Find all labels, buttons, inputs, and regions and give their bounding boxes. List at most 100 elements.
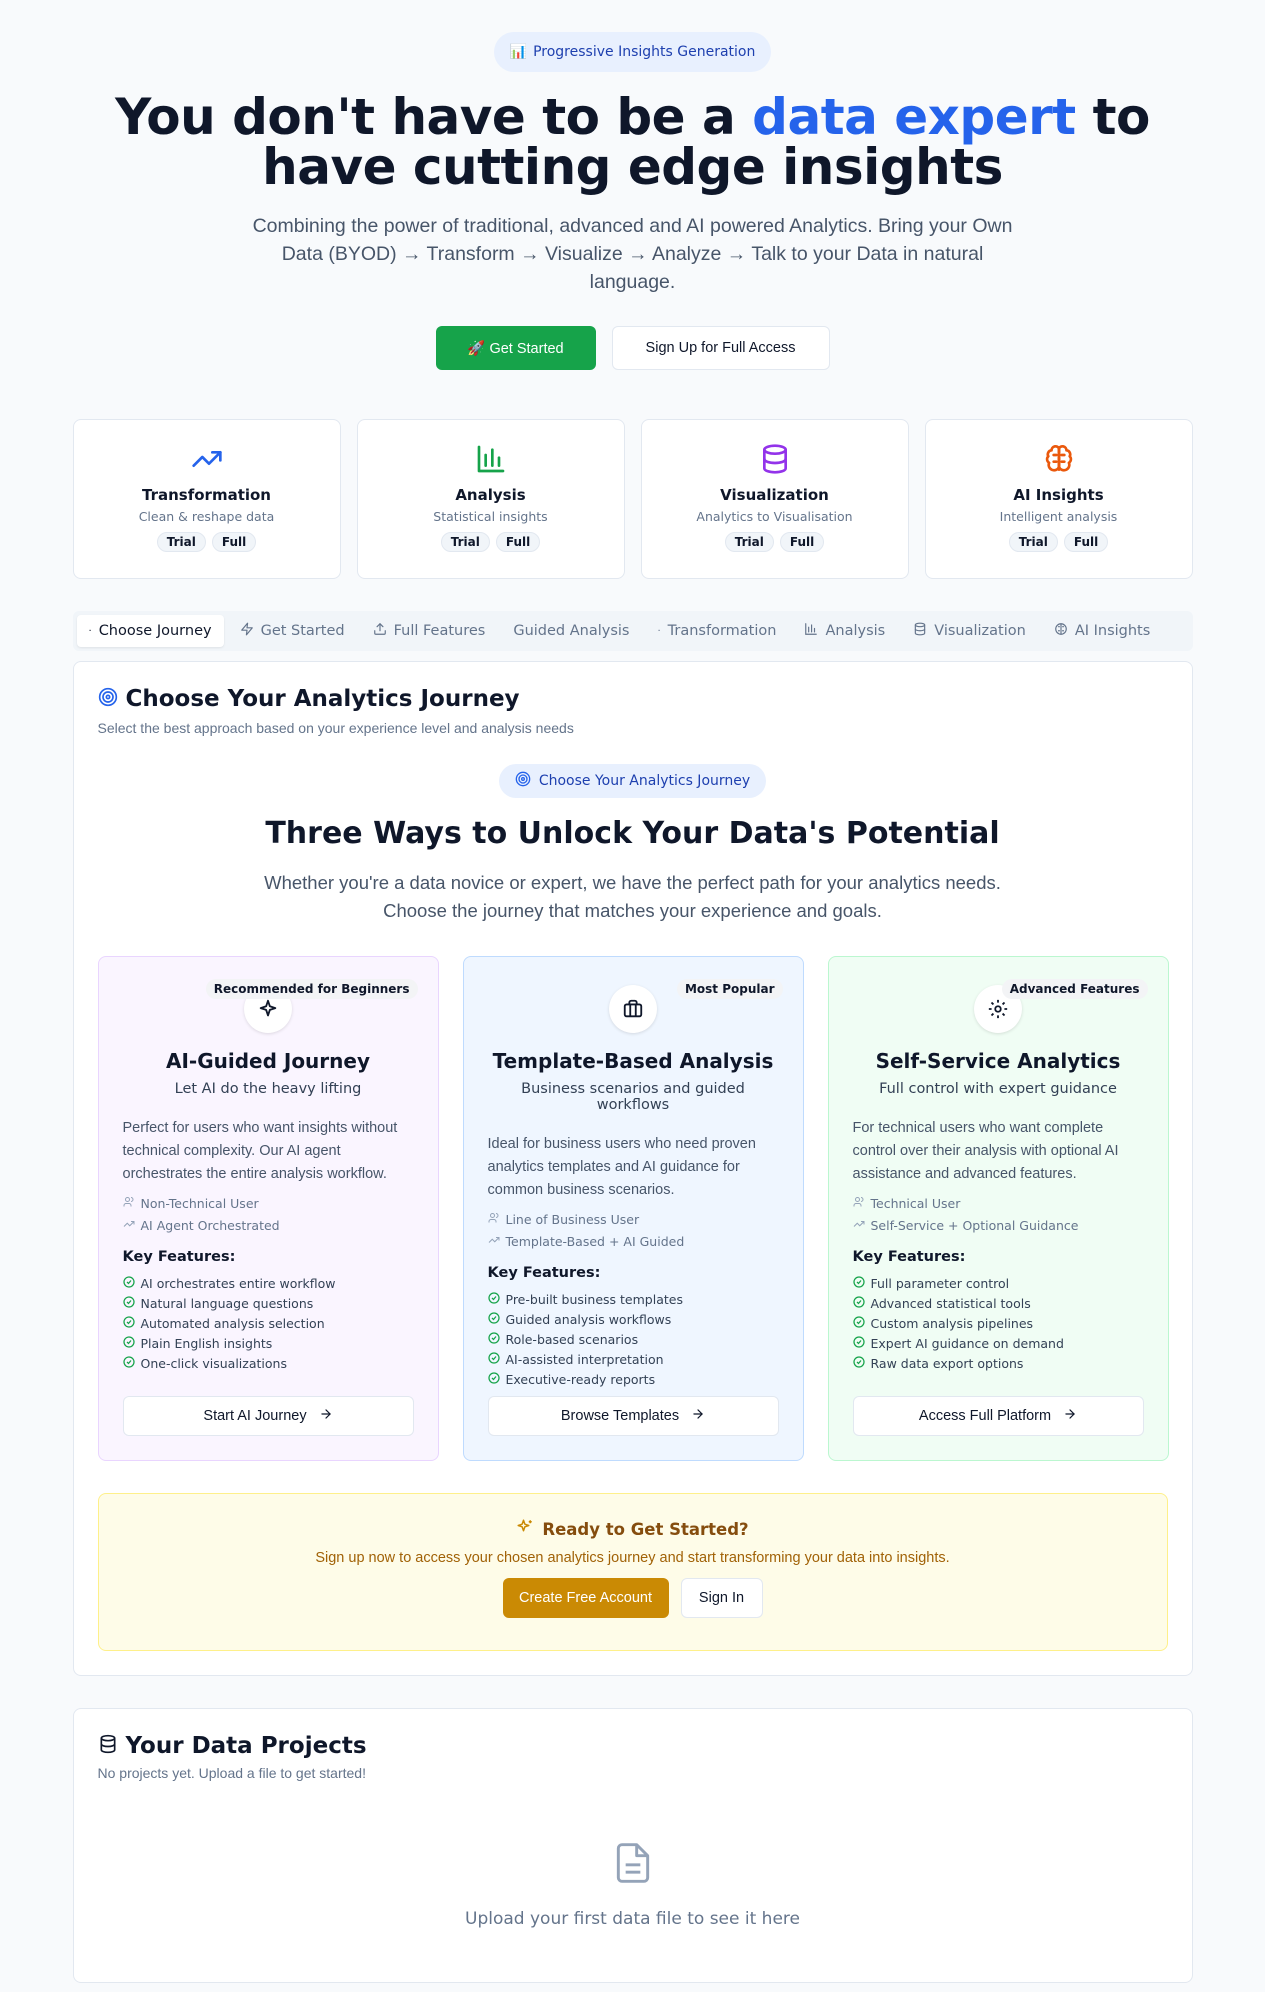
create-free-account-button[interactable]: Create Free Account bbox=[502, 1578, 669, 1618]
list-item: Raw data export options bbox=[852, 1353, 1144, 1373]
journey-tagline: Full control with expert guidance bbox=[879, 1081, 1117, 1097]
ready-title-text: Ready to Get Started? bbox=[542, 1519, 749, 1539]
users-icon bbox=[853, 1196, 865, 1211]
tab-get-started[interactable]: Get Started bbox=[228, 615, 357, 647]
journey-heading: Three Ways to Unlock Your Data's Potenti… bbox=[265, 816, 1000, 851]
tab-label: Visualization bbox=[934, 623, 1026, 639]
list-item: Automated analysis selection bbox=[122, 1313, 414, 1333]
journey-panel: Choose Your Analytics Journey Select the… bbox=[72, 661, 1193, 1676]
check-circle-icon bbox=[122, 1315, 135, 1331]
list-item: Executive-ready reports bbox=[487, 1369, 779, 1389]
list-item: Pre-built business templates bbox=[487, 1289, 779, 1309]
list-item: Full parameter control bbox=[852, 1273, 1144, 1293]
button-label: Browse Templates bbox=[560, 1408, 680, 1424]
zap-icon bbox=[240, 622, 254, 640]
hero-badge: 📊 Progressive Insights Generation bbox=[493, 32, 772, 72]
projects-description: No projects yet. Upload a file to get st… bbox=[97, 1765, 366, 1781]
database-icon bbox=[759, 442, 791, 476]
full-pill: Full bbox=[211, 532, 257, 552]
users-icon bbox=[123, 1196, 135, 1211]
tab-ai-insights[interactable]: AI Insights bbox=[1042, 615, 1163, 647]
check-circle-icon bbox=[487, 1291, 500, 1307]
get-started-button[interactable]: 🚀 Get Started bbox=[435, 326, 596, 370]
button-label: Start AI Journey bbox=[203, 1408, 307, 1424]
chart-emoji-icon: 📊 bbox=[509, 44, 528, 60]
feature-text: Natural language questions bbox=[140, 1295, 314, 1311]
tab-transformation[interactable]: · Transformation bbox=[645, 615, 788, 647]
journey-card-self-service[interactable]: Advanced Features Self-Service Analytics… bbox=[827, 956, 1169, 1461]
tab-analysis[interactable]: Analysis bbox=[792, 615, 897, 647]
hero-actions: 🚀 Get Started Sign Up for Full Access bbox=[73, 326, 1193, 370]
journey-card-template[interactable]: Most Popular Template-Based Analysis Bus… bbox=[462, 956, 804, 1461]
full-pill: Full bbox=[779, 532, 825, 552]
arrow-right-icon bbox=[319, 1407, 333, 1425]
journey-meta-text: AI Agent Orchestrated bbox=[140, 1218, 280, 1233]
list-item: Advanced statistical tools bbox=[852, 1293, 1144, 1313]
journey-card-ai-guided[interactable]: Recommended for Beginners AI-Guided Jour… bbox=[97, 956, 439, 1461]
journey-mode: Template-Based + AI Guided bbox=[488, 1234, 779, 1249]
journey-badge: Advanced Features bbox=[1001, 979, 1148, 999]
hero-section: 📊 Progressive Insights Generation You do… bbox=[73, 0, 1193, 370]
hero-subtitle: Combining the power of traditional, adva… bbox=[252, 215, 1013, 293]
journey-tagline: Let AI do the heavy lifting bbox=[174, 1081, 362, 1097]
upload-icon bbox=[373, 622, 387, 640]
feature-title: Transformation bbox=[142, 486, 271, 504]
briefcase-icon bbox=[609, 985, 657, 1033]
feature-cards: Transformation Clean & reshape data Tria… bbox=[72, 419, 1193, 579]
journey-user-type: Technical User bbox=[853, 1196, 1144, 1211]
database-icon bbox=[98, 1734, 118, 1758]
tab-full-features[interactable]: Full Features bbox=[361, 615, 498, 647]
key-features-label: Key Features: bbox=[122, 1249, 236, 1265]
tab-guided-analysis[interactable]: Guided Analysis bbox=[501, 615, 641, 647]
check-circle-icon bbox=[122, 1295, 135, 1311]
feature-card-transformation[interactable]: Transformation Clean & reshape data Tria… bbox=[72, 419, 341, 579]
brain-icon bbox=[1054, 622, 1068, 640]
check-circle-icon bbox=[852, 1315, 865, 1331]
database-icon bbox=[913, 622, 927, 640]
journey-panel-title: Choose Your Analytics Journey bbox=[125, 686, 520, 712]
tab-label: Choose Journey bbox=[98, 623, 212, 639]
tab-label: Analysis bbox=[825, 623, 886, 639]
check-circle-icon bbox=[122, 1355, 135, 1371]
sparkles-icon bbox=[516, 1518, 534, 1540]
journey-chip: Choose Your Analytics Journey bbox=[498, 764, 767, 798]
bar-chart-icon bbox=[475, 442, 507, 476]
browse-templates-button[interactable]: Browse Templates bbox=[487, 1396, 779, 1436]
feature-card-ai-insights[interactable]: AI Insights Intelligent analysis Trial F… bbox=[924, 419, 1193, 579]
journey-meta-text: Self-Service + Optional Guidance bbox=[870, 1218, 1079, 1233]
sign-in-button[interactable]: Sign In bbox=[680, 1578, 763, 1618]
feature-card-visualization[interactable]: Visualization Analytics to Visualisation… bbox=[640, 419, 909, 579]
journey-tagline: Business scenarios and guided workflows bbox=[521, 1081, 745, 1113]
button-label: Access Full Platform bbox=[918, 1408, 1052, 1424]
journey-meta-text: Line of Business User bbox=[505, 1212, 640, 1227]
signup-full-access-button[interactable]: Sign Up for Full Access bbox=[611, 326, 830, 370]
dot-icon: · bbox=[657, 625, 661, 637]
ready-subtitle: Sign up now to access your chosen analyt… bbox=[315, 1550, 950, 1566]
journey-features-list: Pre-built business templates Guided anal… bbox=[487, 1289, 779, 1389]
journey-meta-text: Technical User bbox=[870, 1196, 961, 1211]
bar-chart-icon bbox=[804, 622, 818, 640]
check-circle-icon bbox=[487, 1331, 500, 1347]
feature-text: One-click visualizations bbox=[140, 1355, 287, 1371]
tab-visualization[interactable]: Visualization bbox=[901, 615, 1038, 647]
feature-text: Expert AI guidance on demand bbox=[870, 1335, 1064, 1351]
key-features-label: Key Features: bbox=[487, 1265, 601, 1281]
feature-text: Automated analysis selection bbox=[140, 1315, 325, 1331]
ready-title: Ready to Get Started? bbox=[99, 1518, 1167, 1540]
list-item: Guided analysis workflows bbox=[487, 1309, 779, 1329]
full-pill: Full bbox=[495, 532, 541, 552]
list-item: Custom analysis pipelines bbox=[852, 1313, 1144, 1333]
tab-choose-journey[interactable]: · Choose Journey bbox=[76, 615, 224, 647]
file-text-icon bbox=[611, 1843, 655, 1891]
journey-badge: Recommended for Beginners bbox=[205, 979, 418, 999]
trending-up-icon bbox=[191, 442, 223, 476]
trial-pill: Trial bbox=[1008, 532, 1058, 552]
full-pill: Full bbox=[1063, 532, 1109, 552]
feature-text: Full parameter control bbox=[870, 1275, 1010, 1291]
access-full-platform-button[interactable]: Access Full Platform bbox=[852, 1396, 1144, 1436]
journey-mode: AI Agent Orchestrated bbox=[123, 1218, 414, 1233]
journey-user-type: Line of Business User bbox=[488, 1212, 779, 1227]
trending-up-icon bbox=[488, 1234, 500, 1249]
feature-card-analysis[interactable]: Analysis Statistical insights Trial Full bbox=[356, 419, 625, 579]
start-ai-journey-button[interactable]: Start AI Journey bbox=[122, 1396, 414, 1436]
